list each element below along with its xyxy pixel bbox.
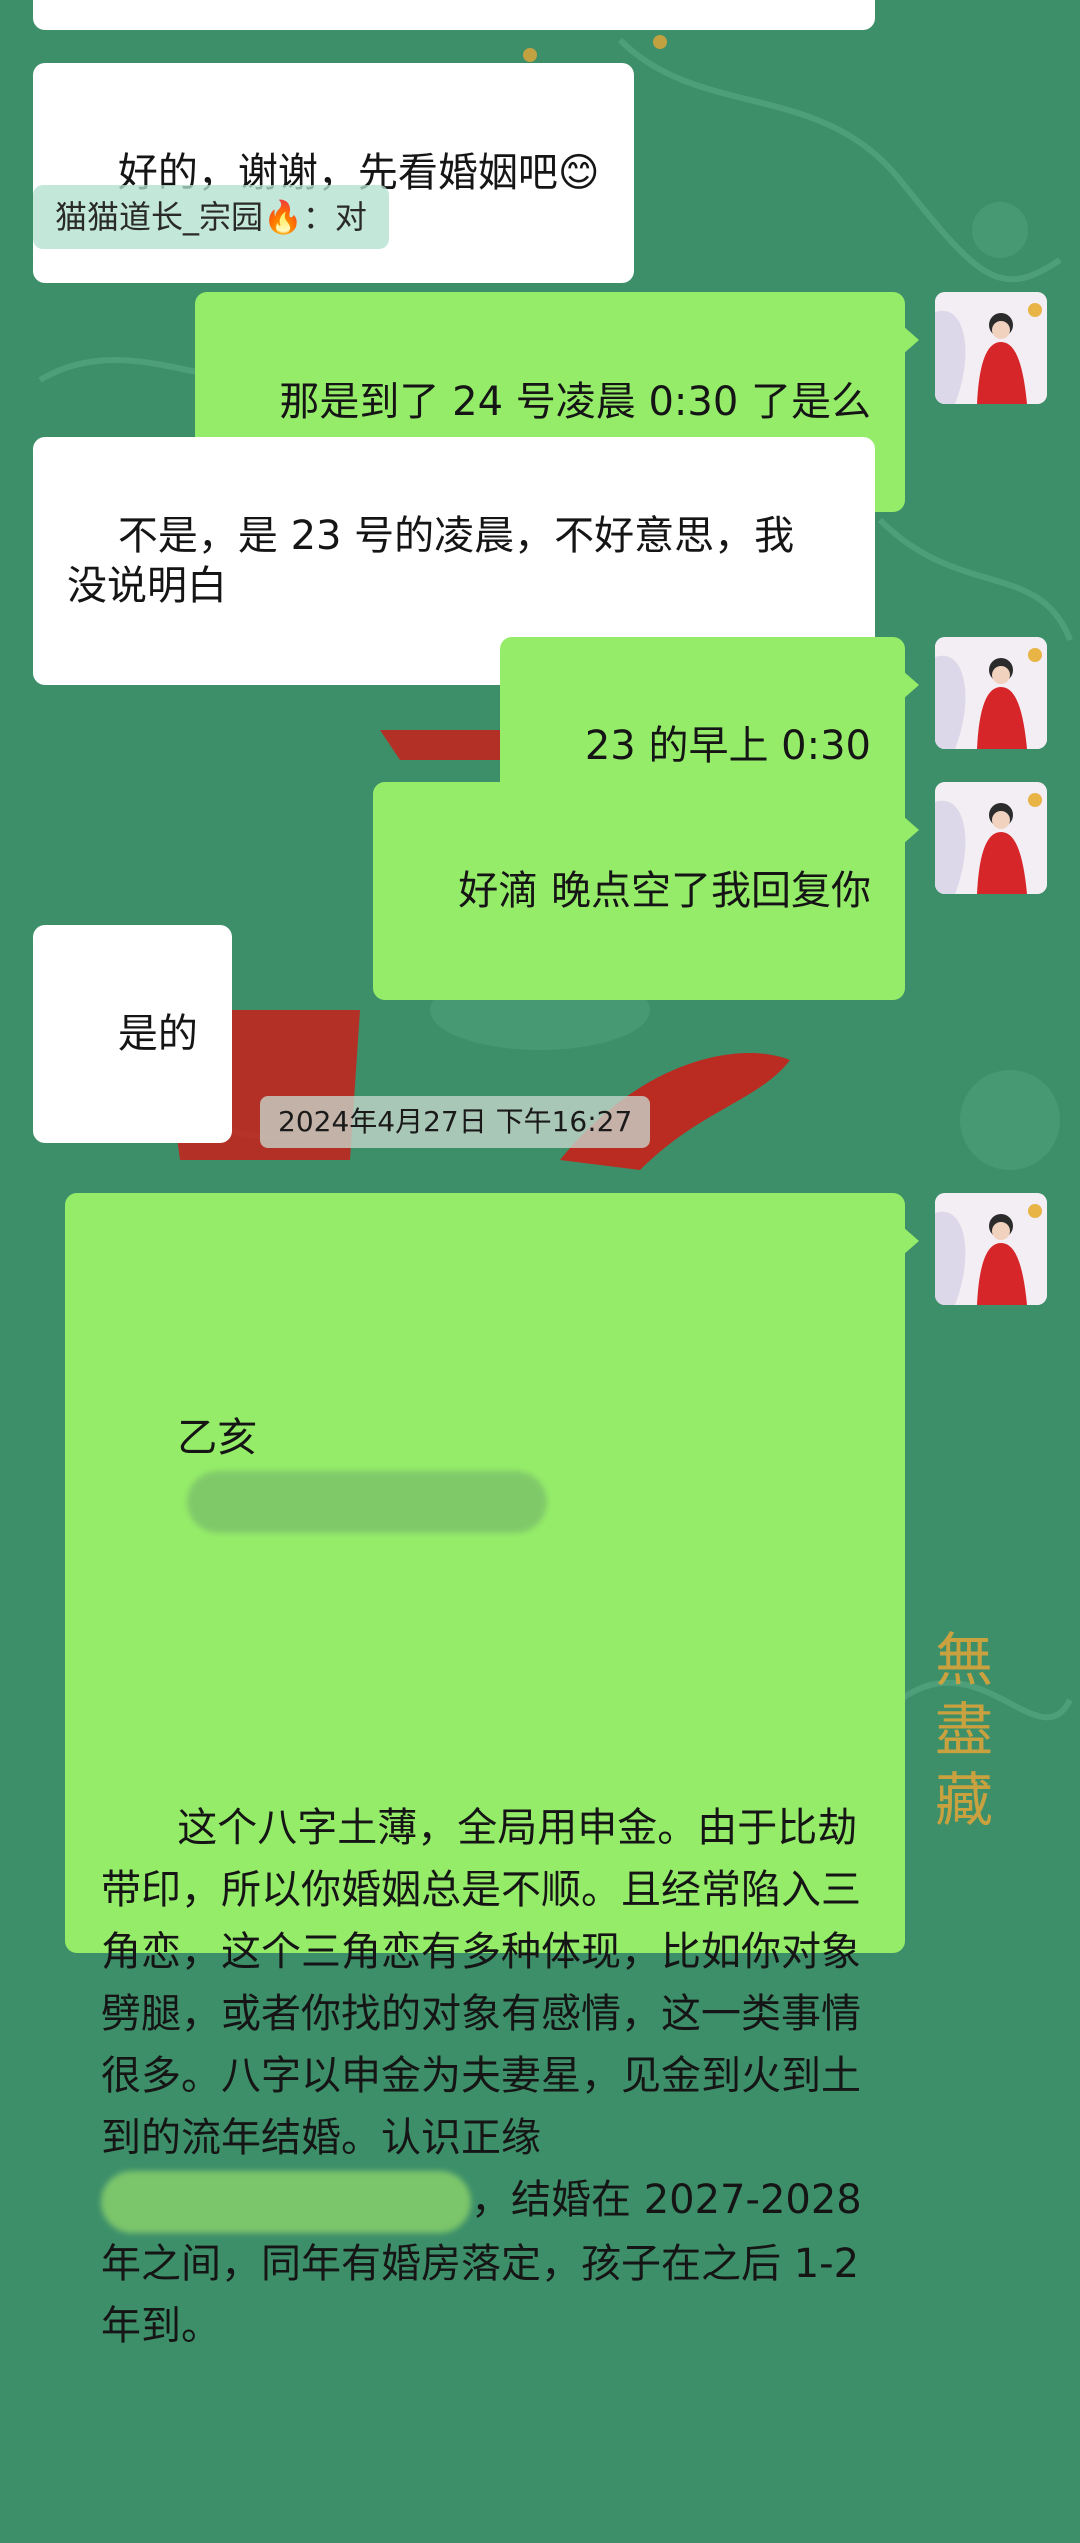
message-text: 是的	[117, 1011, 198, 1057]
message-bubble-outgoing-long[interactable]: 乙亥 这个八字土薄，全局用申金。由于比劫带印，所以你婚姻总是不顺。且经常陷入三角…	[65, 1193, 919, 2349]
message-text: 好滴 晚点空了我回复你	[458, 868, 871, 914]
chat-timestamp: 2024年4月27日 下午16:27	[260, 1096, 651, 1148]
message-bubble-partial[interactable]	[33, 0, 875, 30]
user-avatar[interactable]	[935, 637, 1047, 749]
message-body: 这个八字土薄，全局用申金。由于比劫带印，所以你婚姻总是不顺。且经常陷入三角恋，这…	[101, 1805, 875, 2349]
message-text: 不是，是 23 号的凌晨，不好意思，我 没说明白	[67, 513, 795, 609]
avatar-image	[935, 292, 1047, 404]
avatar-image	[935, 637, 1047, 749]
message-bubble-incoming[interactable]: 好的，谢谢，先看婚姻吧😊	[33, 63, 634, 283]
quote-text: 猫猫道长_宗园🔥：对	[55, 198, 367, 236]
message-text: 那是到了 24 号凌晨 0:30 了是么	[279, 379, 871, 425]
avatar-image	[935, 782, 1047, 894]
message-text: 23 的早上 0:30	[584, 723, 871, 769]
watermark-text: 無盡藏	[935, 1626, 994, 1834]
redacted-blur	[187, 1471, 548, 1533]
avatar-image	[935, 1193, 1047, 1305]
user-avatar[interactable]	[935, 782, 1047, 894]
message-bubble-outgoing[interactable]: 好滴 晚点空了我回复你	[373, 782, 919, 1000]
message-bubble-incoming[interactable]: 是的	[33, 925, 232, 1143]
user-avatar[interactable]	[935, 1193, 1047, 1305]
quoted-message[interactable]: 猫猫道长_宗园🔥：对	[33, 185, 389, 249]
user-avatar[interactable]	[935, 292, 1047, 404]
chat-area: 好的，谢谢，先看婚姻吧😊 猫猫道长_宗园🔥：对 那是到了 24 号凌晨 0:30…	[0, 0, 1080, 2349]
message-line-1: 乙亥	[101, 1345, 869, 1533]
redacted-blur	[101, 2171, 471, 2233]
